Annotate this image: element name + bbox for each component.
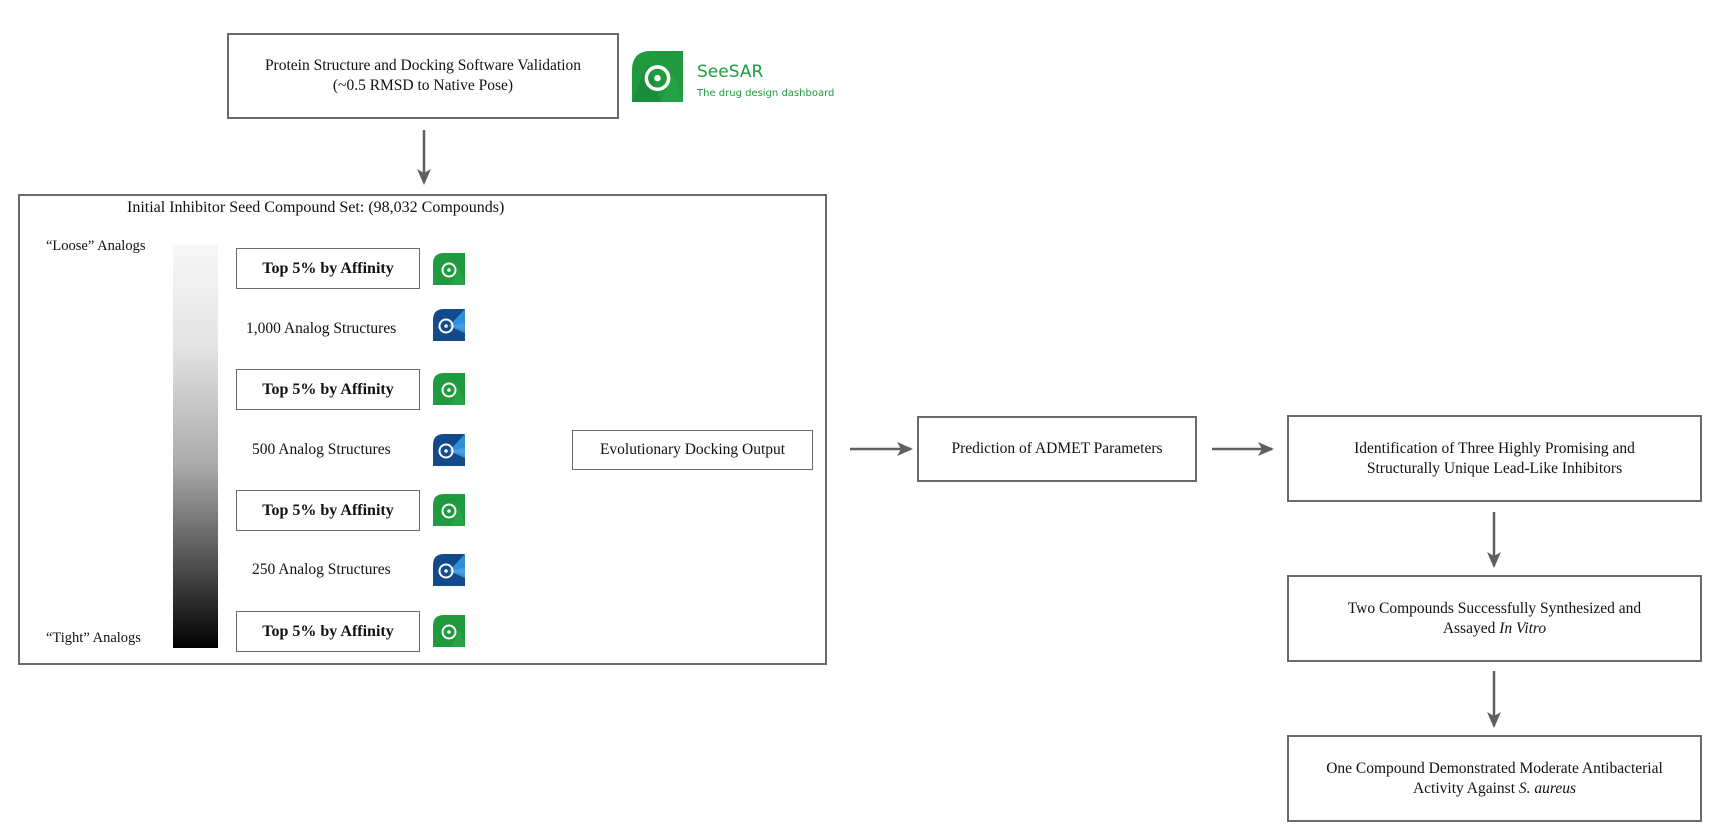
seesar-icon	[433, 494, 465, 526]
analog-generator-icon	[433, 434, 465, 466]
activity-line2: Activity Against S. aureus	[1326, 779, 1663, 799]
analog-generator-icon	[433, 309, 465, 341]
synthesis-box: Two Compounds Successfully Synthesized a…	[1287, 575, 1702, 662]
filter-label: Top 5% by Affinity	[262, 622, 394, 640]
synthesis-line1: Two Compounds Successfully Synthesized a…	[1347, 599, 1642, 617]
tight-analogs-label: “Tight” Analogs	[46, 630, 141, 646]
identification-line2: Structurally Unique Lead-Like Inhibitors	[1366, 459, 1623, 477]
s-aureus-italic: S. aureus	[1518, 779, 1577, 797]
filter-box-2: Top 5% by Affinity	[236, 369, 420, 410]
filter-label: Top 5% by Affinity	[262, 259, 394, 277]
activity-line2-text: Activity Against	[1412, 779, 1519, 797]
filter-box-3: Top 5% by Affinity	[236, 490, 420, 531]
validation-line2: (~0.5 RMSD to Native Pose)	[332, 77, 514, 94]
admet-label: Prediction of ADMET Parameters	[951, 440, 1163, 457]
antibacterial-activity-box: One Compound Demonstrated Moderate Antib…	[1287, 735, 1702, 822]
analog-count-1000: 1,000 Analog Structures	[246, 320, 397, 337]
filter-label: Top 5% by Affinity	[262, 501, 394, 519]
analog-tightness-gradient	[173, 245, 218, 648]
seesar-subtitle: The drug design dashboard	[697, 88, 835, 99]
admet-box: Prediction of ADMET Parameters	[917, 416, 1197, 482]
filter-box-4: Top 5% by Affinity	[236, 611, 420, 652]
loose-analogs-label: “Loose” Analogs	[46, 238, 146, 254]
seesar-title: SeeSAR	[697, 62, 764, 82]
synthesis-line2: Assayed In Vitro	[1348, 619, 1641, 639]
panel-title: Initial Inhibitor Seed Compound Set: (98…	[127, 199, 505, 216]
filter-label: Top 5% by Affinity	[262, 380, 394, 398]
output-label: Evolutionary Docking Output	[599, 441, 786, 458]
analog-count-250: 250 Analog Structures	[252, 561, 391, 578]
in-vitro-italic: In Vitro	[1499, 619, 1547, 637]
filter-box-1: Top 5% by Affinity	[236, 248, 420, 289]
evolutionary-docking-output-box: Evolutionary Docking Output	[572, 430, 813, 470]
synthesis-line2-text: Assayed	[1442, 619, 1500, 637]
seesar-icon	[433, 615, 465, 647]
analog-count-500: 500 Analog Structures	[252, 441, 391, 458]
identification-box: Identification of Three Highly Promising…	[1287, 415, 1702, 502]
activity-line1: One Compound Demonstrated Moderate Antib…	[1326, 759, 1663, 777]
validation-line1: Protein Structure and Docking Software V…	[264, 57, 582, 74]
seesar-icon	[433, 253, 465, 285]
seesar-logo-icon	[632, 51, 683, 102]
seesar-icon	[433, 373, 465, 405]
analog-generator-icon	[433, 554, 465, 586]
validation-box: Protein Structure and Docking Software V…	[227, 33, 619, 119]
identification-line1: Identification of Three Highly Promising…	[1354, 439, 1635, 457]
